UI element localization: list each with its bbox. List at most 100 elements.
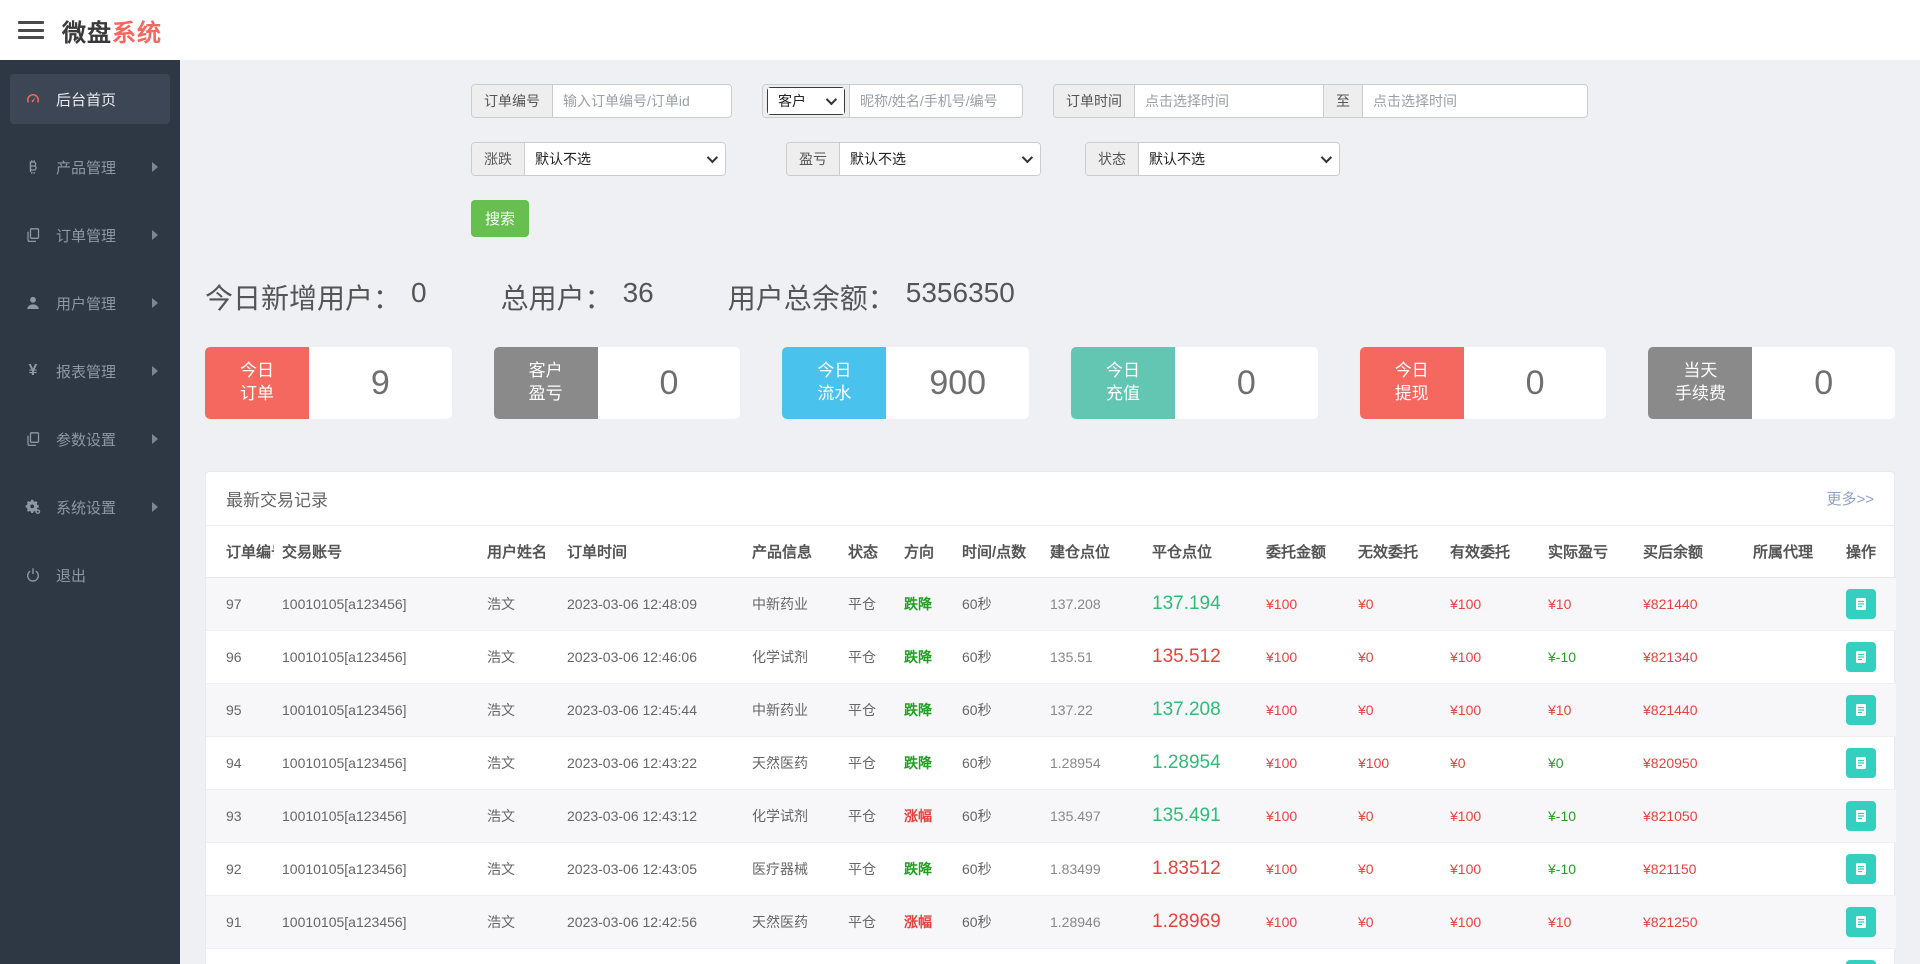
order-id-cell: 90	[206, 949, 274, 964]
order-time-cell: 2023-03-06 12:42:56	[559, 896, 744, 949]
search-button[interactable]: 搜索	[471, 200, 529, 237]
close-price-cell: 1.28954	[1144, 737, 1258, 790]
stat-cards-row: 今日订单 9 客户盈亏 0 今日流水 900 今日充值 0 今日提现 0 当天手…	[205, 347, 1895, 419]
action-cell	[1838, 949, 1896, 964]
entrust-amount-cell: ¥100	[1258, 737, 1350, 790]
sidebar-item[interactable]: 系统设置	[10, 482, 170, 532]
entrust-amount-cell: ¥100	[1258, 790, 1350, 843]
bitcoin-icon	[22, 158, 44, 176]
stat-card-label: 客户盈亏	[494, 347, 598, 419]
table-row: 97 10010105[a123456] 浩文 2023-03-06 12:48…	[206, 578, 1896, 631]
user-icon	[22, 294, 44, 312]
sidebar-item[interactable]: 产品管理	[10, 142, 170, 192]
time-from-input[interactable]	[1135, 85, 1323, 117]
sidebar-item[interactable]: 订单管理	[10, 210, 170, 260]
chevron-right-icon	[152, 434, 158, 444]
product-cell: 国药产投	[744, 949, 840, 964]
order-id-cell: 92	[206, 843, 274, 896]
more-link[interactable]: 更多>>	[1826, 488, 1874, 509]
view-order-button[interactable]	[1846, 589, 1876, 619]
view-order-button[interactable]	[1846, 642, 1876, 672]
order-no-input[interactable]	[553, 85, 731, 117]
direction-cell: 跌降	[896, 578, 954, 631]
action-cell	[1838, 578, 1896, 631]
files-icon	[22, 226, 44, 244]
direction-cell: 跌降	[896, 684, 954, 737]
column-header: 交易账号	[274, 526, 479, 578]
close-price-cell: 137.194	[1144, 578, 1258, 631]
sidebar-item[interactable]: 退出	[10, 550, 170, 600]
duration-cell: 60秒	[954, 896, 1042, 949]
customer-type-select[interactable]: 客户	[768, 88, 844, 114]
order-detail-icon	[1853, 702, 1869, 718]
action-cell	[1838, 896, 1896, 949]
close-price-cell: 135.512	[1144, 631, 1258, 684]
valid-entrust-cell: ¥0	[1442, 737, 1540, 790]
balance-after-cell: ¥821050	[1635, 790, 1745, 843]
balance-after-cell: ¥821440	[1635, 578, 1745, 631]
order-no-group: 订单编号	[471, 84, 732, 118]
action-cell	[1838, 737, 1896, 790]
view-order-button[interactable]	[1846, 695, 1876, 725]
account-cell: 10010105[a123456]	[274, 790, 479, 843]
invalid-entrust-cell: ¥100	[1350, 737, 1442, 790]
pl-select-wrap: 默认不选	[840, 143, 1040, 175]
files-icon	[22, 430, 44, 448]
customer-type-select-wrap: 客户	[767, 87, 845, 115]
menu-toggle-icon[interactable]	[18, 21, 44, 39]
latest-trades-panel: 最新交易记录 更多>> 订单编号交易账号用户姓名订单时间产品信息状态方向时间/点…	[205, 471, 1895, 964]
panel-title: 最新交易记录	[226, 486, 328, 511]
direction-cell: 跌降	[896, 949, 954, 964]
view-order-button[interactable]	[1846, 960, 1876, 964]
sidebar-item[interactable]: ¥ 报表管理	[10, 346, 170, 396]
valid-entrust-cell: ¥100	[1442, 790, 1540, 843]
valid-entrust-cell: ¥100	[1442, 949, 1540, 964]
sidebar-item[interactable]: 参数设置	[10, 414, 170, 464]
duration-cell: 60秒	[954, 790, 1042, 843]
stat-card: 今日订单 9	[205, 347, 452, 419]
account-cell: 10010105[a123456]	[274, 896, 479, 949]
time-to-input[interactable]	[1363, 85, 1587, 117]
order-id-cell: 96	[206, 631, 274, 684]
actual-pl-cell: ¥10	[1540, 684, 1635, 737]
order-id-cell: 97	[206, 578, 274, 631]
order-time-cell: 2023-03-06 12:45:44	[559, 684, 744, 737]
column-header: 操作	[1838, 526, 1896, 578]
pl-select[interactable]: 默认不选	[840, 143, 1040, 175]
view-order-button[interactable]	[1846, 907, 1876, 937]
updown-select[interactable]: 默认不选	[525, 143, 725, 175]
agent-cell	[1745, 896, 1838, 949]
sidebar-menu: 后台首页 产品管理 订单管理 用户管理 ¥ 报表管理 参数设置 系统设置 退出	[0, 74, 180, 600]
sidebar-item[interactable]: 后台首页	[10, 74, 170, 124]
close-price-cell: 137.208	[1144, 684, 1258, 737]
stat-card: 客户盈亏 0	[494, 347, 741, 419]
column-header: 订单编号	[206, 526, 274, 578]
sidebar-item[interactable]: 用户管理	[10, 278, 170, 328]
invalid-entrust-cell: ¥0	[1350, 949, 1442, 964]
total-users-value: 36	[623, 277, 654, 317]
account-cell: 10010105[a123456]	[274, 578, 479, 631]
chevron-right-icon	[152, 230, 158, 240]
view-order-button[interactable]	[1846, 748, 1876, 778]
view-order-button[interactable]	[1846, 854, 1876, 884]
app-logo: 微盘系统	[62, 13, 162, 48]
filter-row-2: 涨跌 默认不选 盈亏 默认不选 状态 默认不选	[471, 142, 1895, 176]
entrust-amount-cell: ¥100	[1258, 843, 1350, 896]
duration-cell: 60秒	[954, 843, 1042, 896]
direction-cell: 跌降	[896, 843, 954, 896]
filter-row-1: 订单编号 客户 订单时间 至	[471, 84, 1895, 118]
status-cell: 平仓	[840, 843, 896, 896]
view-order-button[interactable]	[1846, 801, 1876, 831]
order-time-cell: 2023-03-06 12:43:05	[559, 843, 744, 896]
order-detail-icon	[1853, 914, 1869, 930]
valid-entrust-cell: ¥100	[1442, 578, 1540, 631]
top-bar: 微盘系统	[0, 0, 1920, 60]
direction-cell: 跌降	[896, 737, 954, 790]
status-select[interactable]: 默认不选	[1139, 143, 1339, 175]
customer-input[interactable]	[850, 85, 1022, 117]
agent-cell	[1745, 949, 1838, 964]
entrust-amount-cell: ¥100	[1258, 631, 1350, 684]
open-price-cell: 1.83499	[1042, 843, 1144, 896]
username-cell: 浩文	[479, 737, 559, 790]
account-cell: 10010105[a123456]	[274, 684, 479, 737]
